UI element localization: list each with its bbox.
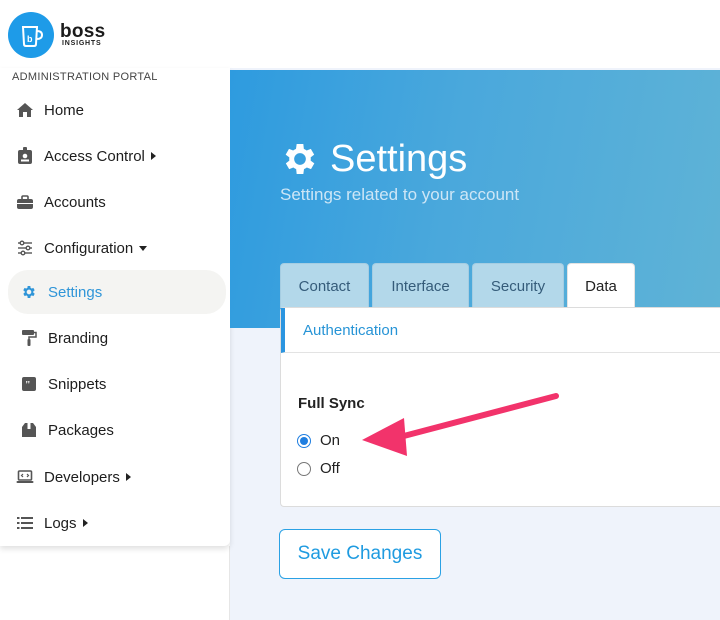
tab-interface[interactable]: Interface <box>372 263 469 308</box>
sidebar-item-accounts[interactable]: Accounts <box>8 180 226 224</box>
sidebar-item-label: Settings <box>48 283 103 301</box>
top-bar: b boss INSIGHTS <box>0 0 720 68</box>
radio-on-label: On <box>320 432 341 449</box>
full-sync-off-option[interactable]: Off <box>297 460 340 477</box>
portal-label: ADMINISTRATION PORTAL <box>12 71 158 83</box>
caret-right-icon <box>125 473 131 481</box>
id-badge-icon <box>15 146 35 166</box>
svg-text:": " <box>25 380 31 391</box>
paint-roller-icon <box>19 328 39 348</box>
sidebar-item-label: Developers <box>44 468 120 486</box>
sidebar-item-logs[interactable]: Logs <box>8 501 226 545</box>
sidebar-divider <box>229 546 230 620</box>
sidebar-item-label: Home <box>44 101 85 119</box>
full-sync-on-option[interactable]: On <box>297 432 340 449</box>
settings-panel: Authentication Full Sync On Off <box>280 307 720 507</box>
page-title: Settings <box>280 136 467 182</box>
sliders-icon <box>15 238 35 258</box>
box-icon <box>19 420 39 440</box>
sidebar-item-settings[interactable]: Settings <box>8 270 226 314</box>
sidebar-item-snippets[interactable]: " Snippets <box>8 362 226 406</box>
page-subtitle: Settings related to your account <box>280 185 520 204</box>
sidebar-item-label: Packages <box>48 421 114 439</box>
sidebar-item-label: Snippets <box>48 375 107 393</box>
radio-off[interactable] <box>297 461 311 476</box>
sidebar-item-home[interactable]: Home <box>8 88 226 132</box>
tab-contact[interactable]: Contact <box>280 263 369 308</box>
sidebar-item-access-control[interactable]: Access Control <box>8 134 226 178</box>
caret-down-icon <box>139 245 148 251</box>
briefcase-icon <box>15 192 35 212</box>
sidebar-item-label: Access Control <box>44 147 145 165</box>
tab-data[interactable]: Data <box>567 263 635 309</box>
save-changes-button[interactable]: Save Changes <box>279 529 441 579</box>
page-title-text: Settings <box>330 137 468 180</box>
subtab-authentication[interactable]: Authentication <box>281 308 720 353</box>
brand-tagline: INSIGHTS <box>62 40 102 47</box>
gear-icon <box>280 139 320 179</box>
sidebar-item-label: Logs <box>44 514 77 532</box>
sidebar-item-label: Branding <box>48 329 109 347</box>
home-icon <box>15 100 35 120</box>
caret-right-icon <box>82 519 88 527</box>
laptop-code-icon <box>15 467 35 487</box>
sidebar-item-configuration[interactable]: Configuration <box>8 226 226 270</box>
full-sync-label: Full Sync <box>298 395 365 412</box>
caret-right-icon <box>150 152 156 160</box>
sidebar-item-label: Accounts <box>44 193 106 211</box>
logo-mug-icon[interactable]: b <box>8 12 54 58</box>
svg-text:b: b <box>27 34 33 44</box>
sidebar-item-label: Configuration <box>44 239 134 257</box>
radio-on[interactable] <box>297 433 311 448</box>
list-icon <box>15 513 35 533</box>
tab-security[interactable]: Security <box>472 263 564 308</box>
brand-name: boss <box>60 21 106 42</box>
gear-icon <box>19 282 39 302</box>
radio-off-label: Off <box>320 460 340 477</box>
quote-icon: " <box>19 374 39 394</box>
sidebar-item-developers[interactable]: Developers <box>8 455 226 499</box>
sidebar: ADMINISTRATION PORTAL Home Access Contro… <box>0 68 230 546</box>
sidebar-item-packages[interactable]: Packages <box>8 408 226 452</box>
sidebar-item-branding[interactable]: Branding <box>8 316 226 360</box>
